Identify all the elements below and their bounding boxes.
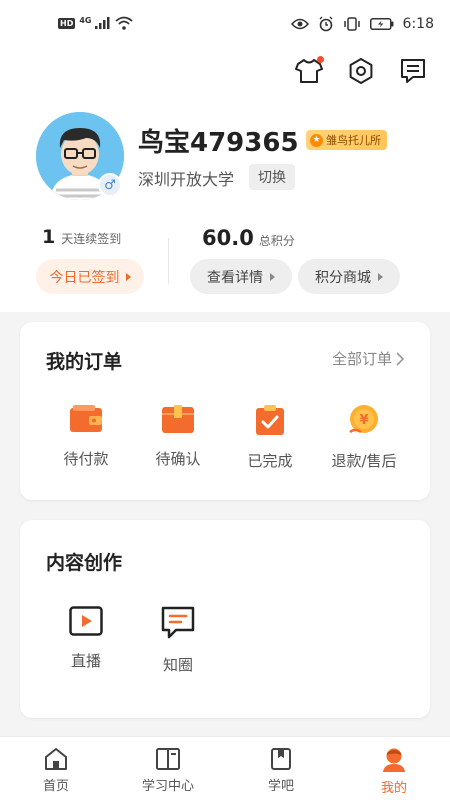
settings-icon bbox=[349, 58, 373, 84]
gender-male-icon: ♂ bbox=[98, 173, 122, 197]
checkin-label: 今日已签到 bbox=[49, 269, 120, 286]
stats-divider bbox=[168, 238, 169, 284]
view-details-label: 查看详情 bbox=[207, 269, 263, 286]
user-avatar-icon bbox=[383, 748, 405, 772]
chat-bubble-icon bbox=[161, 606, 195, 639]
level-badge[interactable]: ★ 雏鸟托儿所 bbox=[306, 130, 387, 150]
order-refund[interactable]: ¥ 退款/售后 bbox=[324, 404, 404, 471]
message-icon bbox=[401, 59, 425, 83]
status-bar: HD 4G 6:18 bbox=[0, 0, 450, 52]
creation-item-label: 知圈 bbox=[162, 656, 193, 674]
streak-label: 天连续签到 bbox=[61, 232, 122, 246]
orders-title: 我的订单 bbox=[46, 351, 123, 373]
orders-card: 我的订单 全部订单 待付款 待确认 已完成 ¥ 退款/售后 bbox=[20, 322, 430, 500]
signal-icon bbox=[95, 17, 110, 29]
network-indicators: HD 4G bbox=[58, 15, 134, 30]
order-item-label: 已完成 bbox=[247, 452, 293, 470]
tab-label: 学吧 bbox=[267, 779, 294, 794]
clock-time: 6:18 bbox=[402, 16, 434, 32]
clipboard-check-icon bbox=[256, 405, 284, 435]
shirt-button[interactable] bbox=[294, 56, 324, 86]
bookmark-book-icon bbox=[271, 748, 291, 770]
order-item-label: 退款/售后 bbox=[331, 452, 397, 470]
wallet-icon bbox=[70, 405, 102, 432]
content-creation-title: 内容创作 bbox=[46, 552, 123, 574]
settings-button[interactable] bbox=[346, 56, 376, 86]
refund-coin-icon: ¥ bbox=[349, 405, 378, 434]
hd-badge: HD bbox=[58, 17, 76, 29]
all-orders-link[interactable]: 全部订单 bbox=[332, 348, 404, 369]
order-pending-payment[interactable]: 待付款 bbox=[46, 404, 126, 469]
home-icon bbox=[45, 748, 67, 770]
tab-label: 我的 bbox=[380, 781, 407, 796]
tab-label: 首页 bbox=[42, 779, 69, 794]
order-completed[interactable]: 已完成 bbox=[230, 404, 310, 471]
battery-icon bbox=[369, 18, 394, 30]
content-creation-card: 内容创作 直播 知圈 bbox=[20, 520, 430, 718]
total-points: 60.0 总积分 bbox=[202, 226, 295, 250]
bottom-tab-bar: 首页 学习中心 学吧 我的 bbox=[0, 736, 450, 800]
network-type: 4G bbox=[79, 15, 92, 25]
points-mall-label: 积分商城 bbox=[315, 269, 371, 286]
tab-learning-center[interactable]: 学习中心 bbox=[123, 747, 213, 794]
order-item-label: 待确认 bbox=[155, 450, 201, 468]
alarm-icon bbox=[319, 16, 333, 32]
level-badge-label: 雏鸟托儿所 bbox=[326, 134, 381, 147]
tab-label: 学习中心 bbox=[141, 779, 194, 794]
live-stream-entry[interactable]: 直播 bbox=[46, 606, 126, 671]
order-item-label: 待付款 bbox=[63, 450, 109, 468]
points-mall-button[interactable]: 积分商城 bbox=[298, 259, 400, 294]
caret-right-icon bbox=[378, 272, 383, 281]
header-actions bbox=[294, 56, 428, 86]
order-pending-confirm[interactable]: 待确认 bbox=[138, 404, 218, 469]
vibrate-icon bbox=[343, 17, 360, 31]
switch-school-button[interactable]: 切换 bbox=[249, 164, 295, 190]
caret-right-icon bbox=[270, 272, 275, 281]
tab-home[interactable]: 首页 bbox=[11, 747, 101, 794]
points-label: 总积分 bbox=[258, 234, 295, 248]
star-icon: ★ bbox=[310, 133, 323, 147]
tab-study-forum[interactable]: 学吧 bbox=[236, 747, 326, 794]
live-play-icon bbox=[69, 606, 103, 636]
tab-mine[interactable]: 我的 bbox=[349, 747, 439, 796]
checkin-button[interactable]: 今日已签到 bbox=[36, 259, 144, 294]
chevron-right-icon bbox=[396, 351, 404, 366]
all-orders-label: 全部订单 bbox=[331, 350, 392, 368]
wifi-icon bbox=[115, 16, 134, 30]
school-name: 深圳开放大学 bbox=[138, 170, 235, 189]
checkin-streak: 1 天连续签到 bbox=[42, 226, 121, 248]
streak-value: 1 bbox=[42, 226, 56, 248]
svg-text:¥: ¥ bbox=[359, 413, 368, 428]
eye-icon bbox=[290, 18, 309, 30]
knowledge-circle-entry[interactable]: 知圈 bbox=[138, 606, 218, 675]
message-button[interactable] bbox=[398, 56, 428, 86]
view-details-button[interactable]: 查看详情 bbox=[190, 259, 292, 294]
system-indicators: 6:18 bbox=[290, 16, 434, 32]
creation-item-label: 直播 bbox=[70, 652, 101, 670]
points-value: 60.0 bbox=[202, 226, 254, 250]
caret-right-icon bbox=[125, 272, 131, 281]
book-icon bbox=[156, 748, 180, 770]
package-icon bbox=[162, 405, 194, 433]
username: 鸟宝479365 bbox=[138, 128, 299, 158]
notification-dot bbox=[317, 56, 324, 63]
